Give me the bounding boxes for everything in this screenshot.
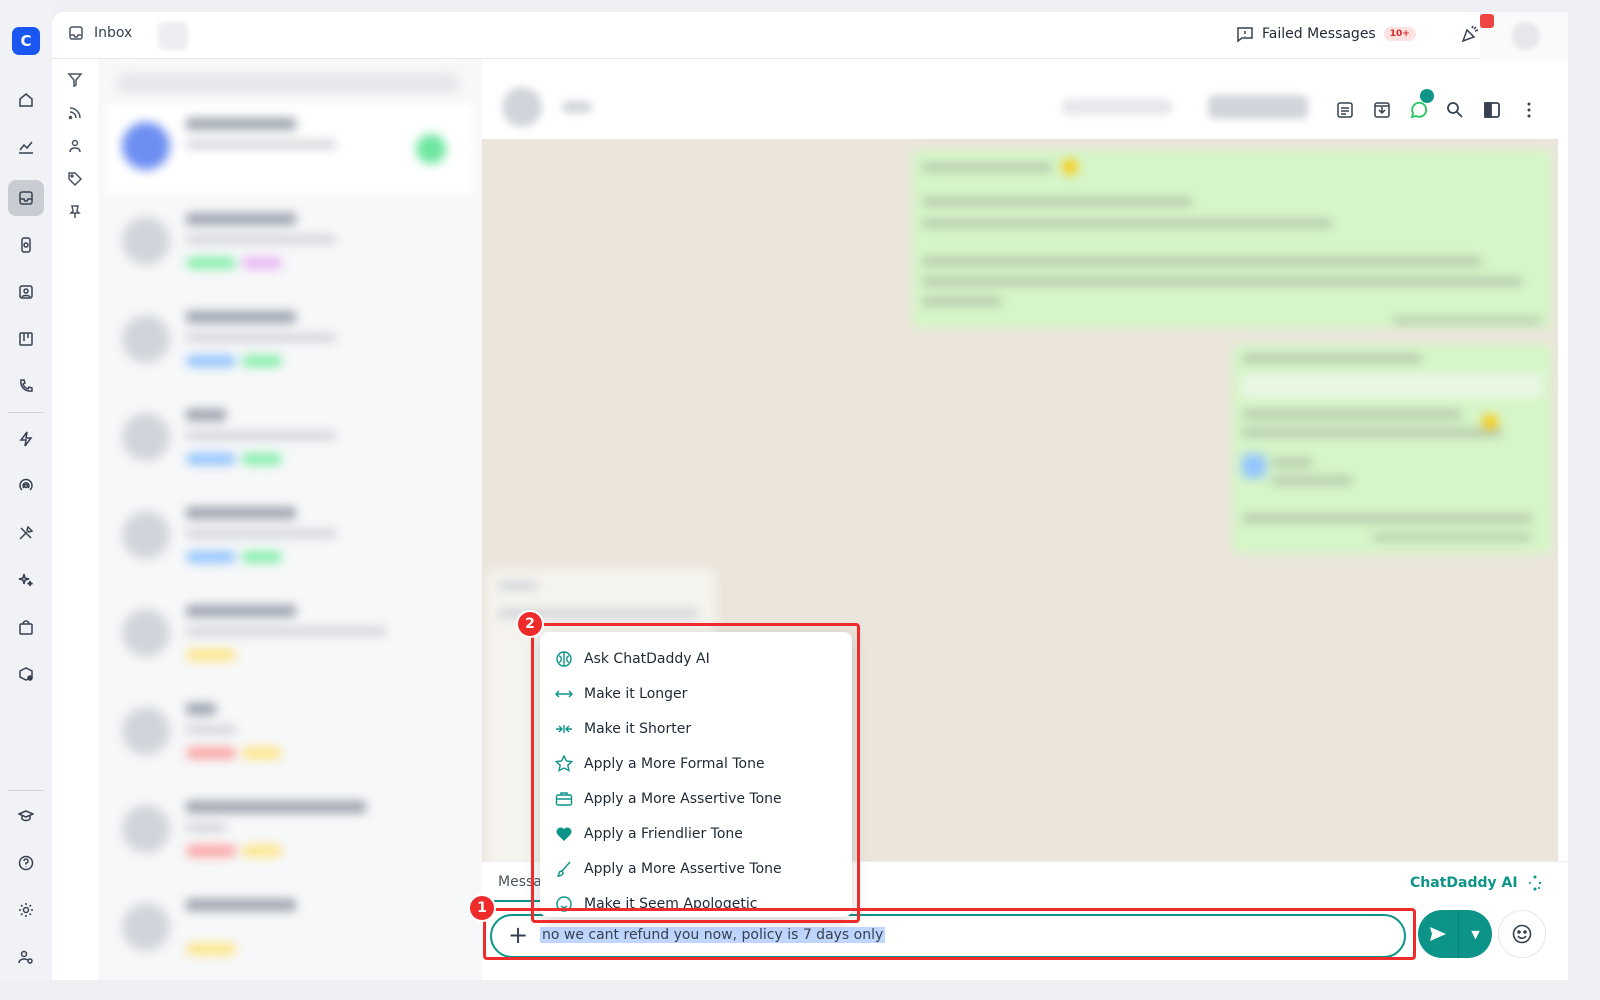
filter-icon[interactable] [64, 69, 86, 91]
status-selector[interactable] [1208, 95, 1308, 119]
chat-search-bar[interactable] [118, 73, 458, 93]
more-menu-icon[interactable] [1518, 99, 1540, 121]
ai-sparkle-icon [1528, 875, 1541, 891]
annotation-box-menu [531, 623, 860, 923]
failed-messages-button[interactable]: Failed Messages 10+ [1236, 25, 1416, 43]
archive-icon[interactable] [1371, 99, 1393, 121]
shopping-bag-icon[interactable] [8, 609, 44, 645]
chatdaddy-ai-label: ChatDaddy AI [1410, 875, 1518, 891]
contact-avatar [502, 87, 542, 127]
team-settings-icon[interactable] [8, 939, 44, 975]
inbox-icon[interactable] [8, 180, 44, 216]
send-icon[interactable] [1418, 910, 1458, 958]
inbox-tray-icon [69, 26, 83, 40]
search-icon[interactable] [1444, 99, 1466, 121]
tag-icon[interactable] [64, 168, 86, 190]
academy-icon[interactable] [8, 798, 44, 834]
rail-divider [8, 412, 44, 413]
list-item[interactable] [106, 689, 474, 779]
notes-icon[interactable] [1334, 99, 1356, 121]
sidebar-toggle-icon[interactable] [1481, 99, 1503, 121]
pin-icon[interactable] [64, 201, 86, 223]
lightning-icon[interactable] [8, 421, 44, 457]
failed-count-badge: 10+ [1383, 27, 1416, 41]
list-item[interactable] [106, 395, 474, 485]
inbox-breadcrumb[interactable]: Inbox [68, 25, 132, 41]
app-rail: C [0, 0, 52, 980]
list-item[interactable] [106, 199, 474, 289]
annotation-marker: 1 [468, 894, 496, 922]
contact-name[interactable] [562, 101, 592, 113]
list-item[interactable] [106, 591, 474, 681]
list-item[interactable] [106, 885, 474, 975]
help-icon[interactable] [8, 845, 44, 881]
settings-gear-icon[interactable] [8, 892, 44, 928]
filter-toolbar [52, 59, 98, 980]
analytics-icon[interactable] [8, 129, 44, 165]
message-bubble[interactable] [1232, 344, 1552, 554]
failed-messages-label: Failed Messages [1262, 26, 1376, 42]
top-bar: Inbox Failed Messages 10+ [52, 12, 1568, 59]
kanban-icon[interactable] [8, 321, 44, 357]
feed-icon[interactable] [64, 102, 86, 124]
phone-contacts-icon[interactable] [8, 227, 44, 263]
party-popper-icon[interactable] [1460, 24, 1480, 48]
tools-icon[interactable] [8, 515, 44, 551]
person-icon[interactable] [64, 135, 86, 157]
list-item[interactable] [106, 104, 474, 194]
whatsapp-icon[interactable] [1408, 89, 1434, 121]
inbox-label: Inbox [94, 25, 133, 41]
emoji-picker-icon[interactable] [1498, 910, 1546, 958]
list-item[interactable] [106, 493, 474, 583]
account-selector[interactable] [158, 22, 188, 50]
list-item[interactable] [106, 297, 474, 387]
chatdaddy-logo[interactable]: C [12, 27, 40, 55]
list-item[interactable] [106, 787, 474, 877]
rail-divider [8, 790, 44, 791]
message-bubble[interactable] [912, 149, 1552, 329]
conversation-header [482, 59, 1568, 139]
phone-call-icon[interactable] [8, 368, 44, 404]
assignee-selector[interactable] [1062, 99, 1172, 115]
contacts-card-icon[interactable] [8, 274, 44, 310]
avatar [1512, 22, 1540, 50]
chat-list-blurred-content [98, 59, 482, 980]
chat-list [98, 59, 482, 980]
notification-dot [1480, 14, 1494, 28]
annotation-marker: 2 [516, 610, 544, 638]
package-settings-icon[interactable] [8, 656, 44, 692]
broadcast-icon[interactable] [8, 468, 44, 504]
send-options-chevron-icon[interactable]: ▼ [1458, 910, 1492, 958]
send-button-group: ▼ [1418, 910, 1492, 958]
chatdaddy-ai-button[interactable]: ChatDaddy AI [1410, 874, 1544, 892]
home-icon[interactable] [8, 82, 44, 118]
sparkles-icon[interactable] [8, 562, 44, 598]
message-alert-icon [1237, 27, 1253, 43]
user-menu[interactable] [1480, 12, 1568, 59]
